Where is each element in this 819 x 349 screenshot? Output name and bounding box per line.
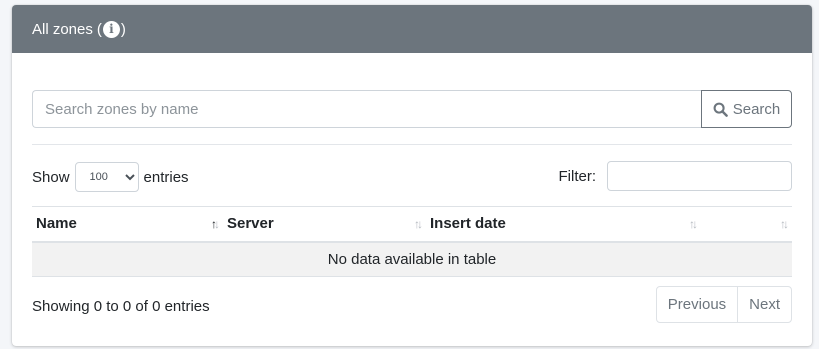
zones-card: All zones ( i ) Search Show 100 entries … — [12, 5, 812, 346]
pagination: Previous Next — [655, 286, 792, 323]
sort-icon: ↑↓ — [689, 217, 698, 231]
table-header-row: Name ↑↓ Server ↑↓ Insert date ↑↓ ↑↓ — [32, 206, 792, 243]
filter: Filter: — [558, 161, 792, 191]
next-button[interactable]: Next — [737, 287, 791, 322]
search-icon — [713, 102, 728, 117]
sort-icon: ↑↓ — [780, 217, 789, 231]
table-row: No data available in table — [32, 241, 792, 277]
info-icon[interactable]: i — [102, 20, 120, 38]
entries-length: Show 100 entries — [32, 162, 189, 192]
length-suffix: entries — [143, 168, 189, 186]
table-info: Showing 0 to 0 of 0 entries — [32, 298, 210, 315]
entries-select[interactable]: 100 — [74, 162, 139, 192]
filter-input[interactable] — [607, 161, 792, 191]
search-button-label: Search — [732, 100, 781, 118]
empty-table-message: No data available in table — [32, 241, 792, 277]
length-prefix: Show — [32, 168, 70, 186]
column-header-name[interactable]: Name ↑↓ — [32, 206, 223, 243]
info-close-paren: ) — [120, 20, 126, 38]
column-header-server[interactable]: Server ↑↓ — [223, 206, 426, 243]
previous-button[interactable]: Previous — [657, 287, 737, 322]
divider — [32, 144, 792, 145]
card-title: All zones — [32, 20, 93, 38]
zones-table: Name ↑↓ Server ↑↓ Insert date ↑↓ ↑↓ No d… — [32, 206, 792, 277]
card-header: All zones ( i ) — [12, 5, 812, 53]
column-header-actions[interactable]: ↑↓ — [701, 206, 792, 243]
info-open-paren: ( — [96, 20, 102, 38]
sort-icon: ↑↓ — [414, 217, 423, 231]
search-button[interactable]: Search — [701, 90, 792, 128]
filter-label: Filter: — [558, 167, 597, 185]
column-header-label: Insert date — [430, 215, 506, 233]
sort-ascending-icon: ↑↓ — [211, 217, 220, 231]
column-header-label: Name — [36, 215, 77, 233]
column-header-insert-date[interactable]: Insert date ↑↓ — [426, 206, 701, 243]
search-row: Search — [32, 90, 792, 128]
search-input[interactable] — [32, 90, 701, 128]
column-header-label: Server — [227, 215, 274, 233]
